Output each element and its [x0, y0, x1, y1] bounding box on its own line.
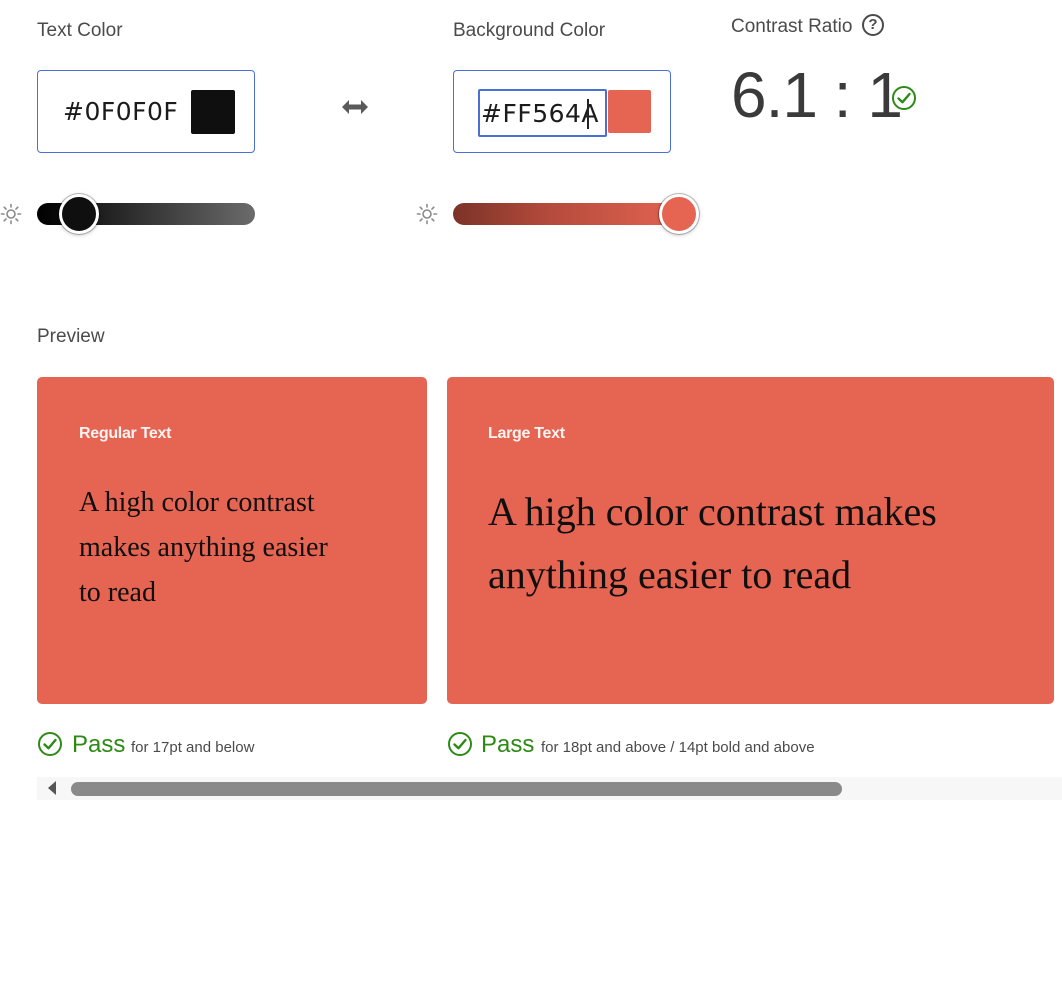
regular-text-line: to read — [79, 577, 156, 608]
text-color-label: Text Color — [37, 20, 123, 41]
preview-heading: Preview — [37, 326, 105, 347]
text-color-field[interactable]: #0F0F0F — [37, 70, 255, 153]
check-circle-icon — [448, 732, 472, 756]
background-color-input[interactable]: #FF564A — [478, 89, 607, 137]
horizontal-scrollbar-thumb[interactable] — [71, 782, 842, 796]
swap-arrows-icon[interactable] — [340, 97, 370, 117]
background-color-brightness-thumb[interactable] — [659, 194, 699, 234]
check-circle-icon — [892, 86, 916, 110]
check-circle-icon — [38, 732, 62, 756]
background-color-field[interactable]: #FF564A — [453, 70, 671, 153]
background-color-swatch[interactable] — [608, 90, 651, 133]
scroll-left-arrow-icon[interactable] — [45, 780, 59, 796]
text-color-value[interactable]: #0F0F0F — [63, 97, 178, 126]
text-color-swatch[interactable] — [191, 90, 235, 134]
background-color-value[interactable]: #FF564A — [481, 99, 599, 128]
regular-text-sample: A high color contrast makes anything eas… — [79, 480, 328, 615]
help-glyph: ? — [868, 16, 878, 33]
large-text-preview-card: Large Text A high color contrast makes a… — [447, 377, 1054, 704]
sun-icon — [416, 203, 438, 225]
contrast-ratio-label: Contrast Ratio — [731, 16, 853, 37]
regular-text-preview-card: Regular Text A high color contrast makes… — [37, 377, 427, 704]
large-text-line: A high color contrast makes — [488, 489, 937, 534]
large-text-sample: A high color contrast makes anything eas… — [488, 480, 937, 606]
background-color-brightness-slider[interactable] — [453, 203, 683, 225]
help-icon[interactable]: ? — [862, 14, 884, 36]
text-color-brightness-thumb[interactable] — [59, 194, 99, 234]
large-text-result: Pass — [481, 731, 535, 758]
large-text-line: anything easier to read — [488, 552, 852, 597]
large-text-note: for 18pt and above / 14pt bold and above — [541, 739, 815, 756]
regular-text-line: makes anything easier — [79, 532, 328, 563]
regular-text-note: for 17pt and below — [131, 739, 255, 756]
background-color-label: Background Color — [453, 20, 606, 41]
regular-text-result: Pass — [72, 731, 126, 758]
sun-icon — [0, 203, 22, 225]
regular-text-line: A high color contrast — [79, 487, 315, 518]
contrast-ratio-value: 6.1 : 1 — [731, 59, 903, 131]
text-cursor — [587, 99, 589, 129]
regular-text-title: Regular Text — [79, 425, 172, 442]
large-text-title: Large Text — [488, 425, 565, 442]
